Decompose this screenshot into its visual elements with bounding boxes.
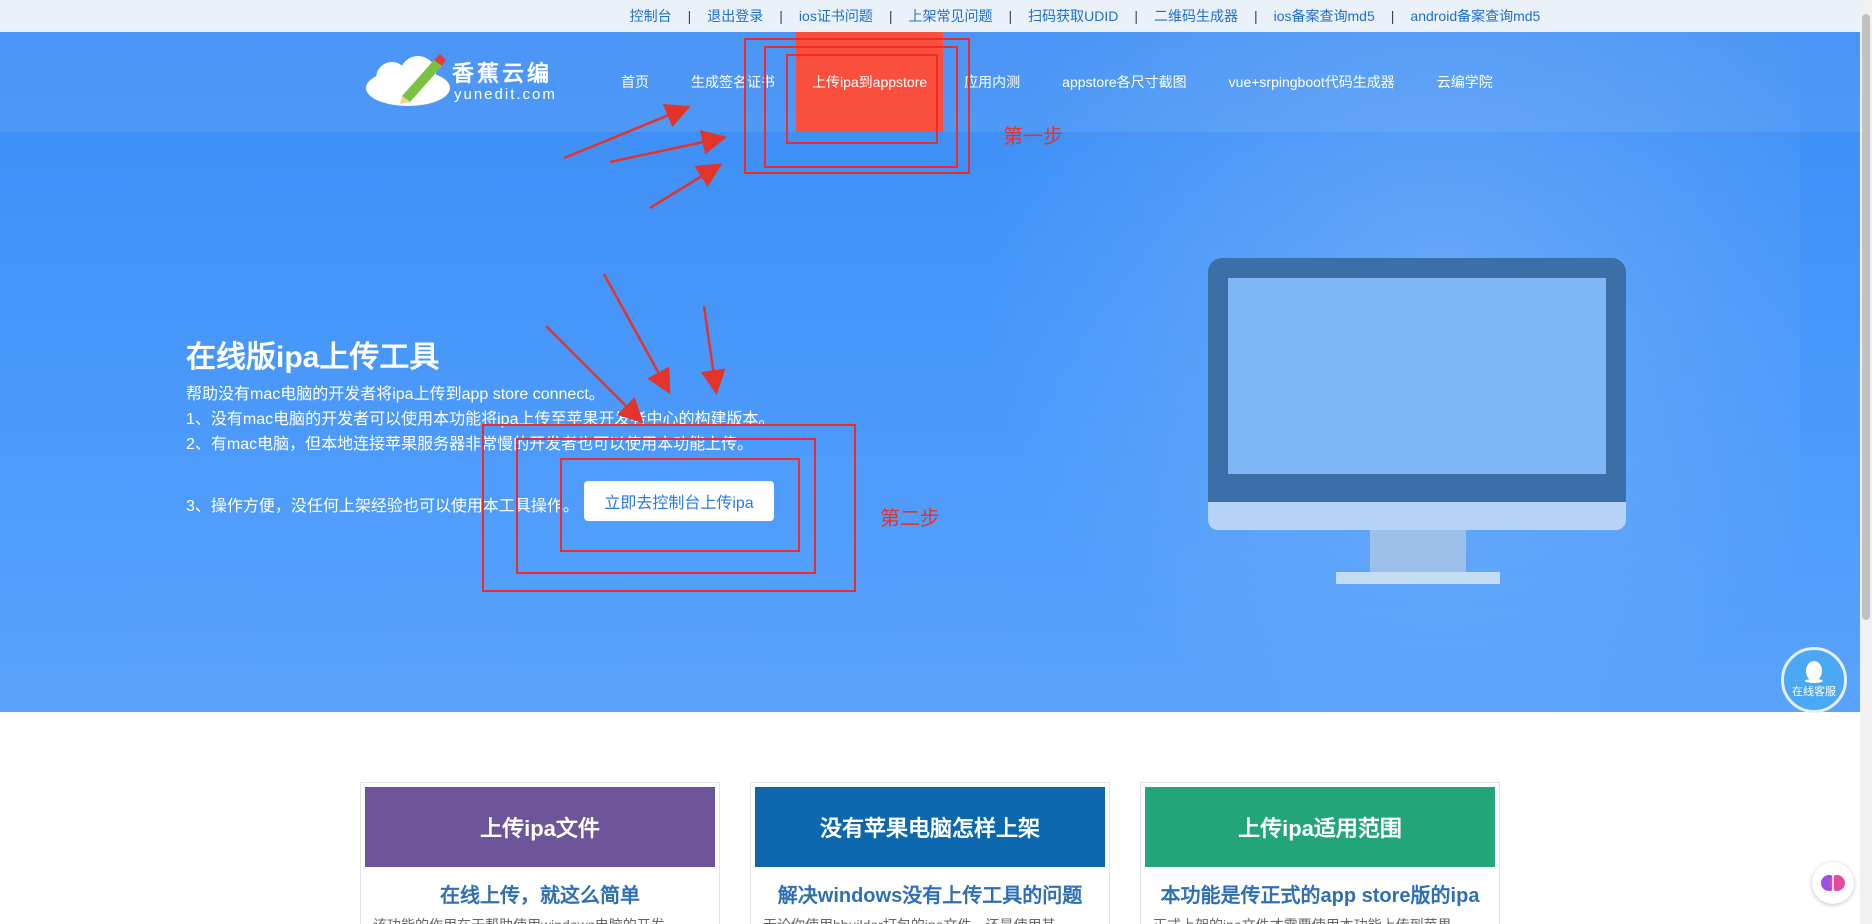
link-ios-cert[interactable]: ios证书问题 [799, 6, 873, 26]
customer-service-label: 在线客服 [1792, 686, 1836, 698]
card-header: 没有苹果电脑怎样上架 [755, 787, 1105, 867]
card-subtitle: 本功能是传正式的app store版的ipa [1160, 885, 1480, 907]
card-subtitle: 解决windows没有上传工具的问题 [777, 885, 1083, 907]
separator: | [687, 8, 692, 24]
brain-icon [1821, 875, 1845, 891]
link-qrcode[interactable]: 二维码生成器 [1154, 6, 1238, 26]
link-faq[interactable]: 上架常见问题 [908, 6, 992, 26]
annotation-step1: 第一步 [1003, 126, 1063, 148]
link-android-md5[interactable]: android备案查询md5 [1410, 6, 1540, 26]
main-nav: 首页 生成签名证书 上传ipa到appstore 应用内测 appstore各尺… [600, 32, 1514, 132]
link-logout[interactable]: 退出登录 [707, 6, 763, 26]
separator: | [888, 8, 893, 24]
nav-academy[interactable]: 云编学院 [1416, 32, 1514, 132]
card-text: 该功能的作用在于帮助使用windows电脑的开发 [373, 915, 709, 924]
separator: | [1134, 8, 1138, 24]
annotation-box [560, 458, 800, 552]
monitor-illustration [1208, 258, 1626, 584]
separator: | [779, 8, 783, 24]
card-header: 上传ipa文件 [365, 787, 715, 867]
qq-penguin-icon [1805, 661, 1823, 683]
card-text: 正式上架的ipa文件才需要使用本功能上传到苹果 [1153, 915, 1489, 924]
separator: | [1253, 8, 1258, 24]
logo-subtitle: yunedit.com [454, 86, 557, 103]
ai-assistant-button[interactable] [1812, 862, 1854, 904]
annotation-box [786, 54, 938, 144]
nav-home[interactable]: 首页 [600, 32, 670, 132]
feature-card-scope: 上传ipa适用范围 本功能是传正式的app store版的ipa 正式上架的ip… [1140, 782, 1500, 924]
hero-title: 在线版ipa上传工具 [186, 341, 440, 374]
scrollbar-thumb[interactable] [1862, 14, 1870, 620]
nav-screenshots[interactable]: appstore各尺寸截图 [1041, 32, 1207, 132]
feature-card-no-mac: 没有苹果电脑怎样上架 解决windows没有上传工具的问题 无论你使用hbuil… [750, 782, 1110, 924]
site-logo[interactable]: 香蕉云编 yunedit.com [362, 52, 562, 108]
feature-card-upload: 上传ipa文件 在线上传，就这么简单 该功能的作用在于帮助使用windows电脑… [360, 782, 720, 924]
separator: | [1390, 8, 1395, 24]
link-ios-md5[interactable]: ios备案查询md5 [1274, 6, 1375, 26]
link-udid[interactable]: 扫码获取UDID [1028, 6, 1118, 26]
customer-service-button[interactable]: 在线客服 [1781, 647, 1847, 713]
link-console[interactable]: 控制台 [630, 6, 672, 26]
cloud-pencil-icon [366, 54, 450, 106]
card-header: 上传ipa适用范围 [1145, 787, 1495, 867]
top-utility-bar: 控制台 | 退出登录 | ios证书问题 | 上架常见问题 | 扫码获取UDID… [0, 0, 1860, 32]
page-scrollbar[interactable] [1860, 0, 1872, 924]
annotation-step2: 第二步 [880, 508, 940, 530]
nav-codegen[interactable]: vue+srpingboot代码生成器 [1208, 32, 1416, 132]
card-text: 无论你使用hbuilder打包的ipa文件，还是使用其 [763, 915, 1099, 924]
card-subtitle: 在线上传，就这么简单 [440, 885, 640, 907]
separator: | [1008, 8, 1013, 24]
logo-title: 香蕉云编 [452, 61, 553, 86]
hero-desc-1: 帮助没有mac电脑的开发者将ipa上传到app store connect。 [186, 386, 605, 403]
